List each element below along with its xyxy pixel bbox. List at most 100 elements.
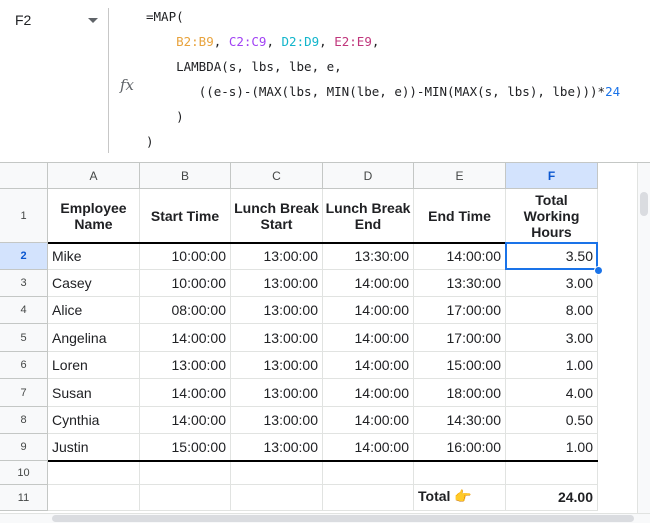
cell-d4[interactable]: 14:00:00 — [323, 297, 414, 324]
formula-line-4: ((e-s)-(MAX(lbs, MIN(lbe, e))-MIN(MAX(s,… — [198, 84, 606, 99]
header-cell-d[interactable]: Lunch Break End — [323, 189, 414, 243]
cell-c3[interactable]: 13:00:00 — [231, 270, 323, 297]
column-header-b[interactable]: B — [140, 163, 231, 189]
cell-a9[interactable]: Justin — [48, 434, 140, 461]
cell-b7[interactable]: 14:00:00 — [140, 379, 231, 407]
cell-a5[interactable]: Angelina — [48, 324, 140, 352]
cell-b5[interactable]: 14:00:00 — [140, 324, 231, 352]
cell-c2[interactable]: 13:00:00 — [231, 243, 323, 270]
cell-c11[interactable] — [231, 485, 323, 511]
cell-b4[interactable]: 08:00:00 — [140, 297, 231, 324]
cell-f2[interactable]: 3.50 — [506, 243, 598, 270]
cell-c4[interactable]: 13:00:00 — [231, 297, 323, 324]
horizontal-scroll-thumb[interactable] — [52, 515, 634, 522]
column-header-a[interactable]: A — [48, 163, 140, 189]
header-bottom-border — [48, 242, 598, 244]
cell-f4[interactable]: 8.00 — [506, 297, 598, 324]
cell-a3[interactable]: Casey — [48, 270, 140, 297]
row-header-9[interactable]: 9 — [0, 434, 48, 461]
cell-a4[interactable]: Alice — [48, 297, 140, 324]
total-value[interactable]: 24.00 — [506, 485, 598, 511]
cell-d2[interactable]: 13:30:00 — [323, 243, 414, 270]
cell-d11[interactable] — [323, 485, 414, 511]
row-header-1[interactable]: 1 — [0, 189, 48, 243]
cell-a11[interactable] — [48, 485, 140, 511]
select-all-corner[interactable] — [0, 163, 48, 189]
table-bottom-border — [48, 460, 598, 462]
cell-c9[interactable]: 13:00:00 — [231, 434, 323, 461]
cell-a2[interactable]: Mike — [48, 243, 140, 270]
cell-b6[interactable]: 13:00:00 — [140, 352, 231, 379]
cell-a8[interactable]: Cynthia — [48, 407, 140, 434]
row-header-5[interactable]: 5 — [0, 324, 48, 352]
cell-d6[interactable]: 14:00:00 — [323, 352, 414, 379]
formula-sep: , — [371, 34, 387, 49]
cell-f3[interactable]: 3.00 — [506, 270, 598, 297]
formula-input[interactable]: =MAP( B2:B9, C2:C9, D2:D9, E2:E9, LAMBDA… — [146, 4, 620, 154]
vertical-scroll-thumb[interactable] — [640, 192, 648, 216]
cell-e6[interactable]: 15:00:00 — [414, 352, 506, 379]
row-header-2[interactable]: 2 — [0, 243, 48, 270]
formula-sep: , — [213, 34, 229, 49]
row-header-8[interactable]: 8 — [0, 407, 48, 434]
cell-f10[interactable] — [506, 461, 598, 485]
cell-b8[interactable]: 14:00:00 — [140, 407, 231, 434]
cell-c10[interactable] — [231, 461, 323, 485]
cell-e7[interactable]: 18:00:00 — [414, 379, 506, 407]
header-cell-c[interactable]: Lunch Break Start — [231, 189, 323, 243]
cell-a6[interactable]: Loren — [48, 352, 140, 379]
cell-d10[interactable] — [323, 461, 414, 485]
cell-d7[interactable]: 14:00:00 — [323, 379, 414, 407]
name-box[interactable]: F2 — [0, 0, 108, 40]
formula-range-c: C2:C9 — [228, 34, 267, 49]
cell-b10[interactable] — [140, 461, 231, 485]
cell-a10[interactable] — [48, 461, 140, 485]
cell-d5[interactable]: 14:00:00 — [323, 324, 414, 352]
cell-f5[interactable]: 3.00 — [506, 324, 598, 352]
cell-c8[interactable]: 13:00:00 — [231, 407, 323, 434]
cell-e8[interactable]: 14:30:00 — [414, 407, 506, 434]
column-header-e[interactable]: E — [414, 163, 506, 189]
cell-e2[interactable]: 14:00:00 — [414, 243, 506, 270]
row-header-10[interactable]: 10 — [0, 461, 48, 485]
header-cell-e[interactable]: End Time — [414, 189, 506, 243]
cell-e3[interactable]: 13:30:00 — [414, 270, 506, 297]
cell-b3[interactable]: 10:00:00 — [140, 270, 231, 297]
cell-f6[interactable]: 1.00 — [506, 352, 598, 379]
cell-f7[interactable]: 4.00 — [506, 379, 598, 407]
cell-c5[interactable]: 13:00:00 — [231, 324, 323, 352]
row-header-6[interactable]: 6 — [0, 352, 48, 379]
total-label[interactable]: Total 👉 — [414, 485, 506, 511]
formula-line-1: =MAP( — [146, 9, 184, 24]
cell-e4[interactable]: 17:00:00 — [414, 297, 506, 324]
cell-a7[interactable]: Susan — [48, 379, 140, 407]
chevron-down-icon[interactable] — [88, 18, 98, 23]
column-header-c[interactable]: C — [231, 163, 323, 189]
cell-e9[interactable]: 16:00:00 — [414, 434, 506, 461]
cell-e10[interactable] — [414, 461, 506, 485]
cell-d3[interactable]: 14:00:00 — [323, 270, 414, 297]
row-header-11[interactable]: 11 — [0, 485, 48, 511]
cell-d8[interactable]: 14:00:00 — [323, 407, 414, 434]
cell-c6[interactable]: 13:00:00 — [231, 352, 323, 379]
row-header-4[interactable]: 4 — [0, 297, 48, 324]
cell-e5[interactable]: 17:00:00 — [414, 324, 506, 352]
fill-handle[interactable] — [594, 266, 603, 275]
cell-f9[interactable]: 1.00 — [506, 434, 598, 461]
row-header-3[interactable]: 3 — [0, 270, 48, 297]
cell-b2[interactable]: 10:00:00 — [140, 243, 231, 270]
column-header-f[interactable]: F — [506, 163, 598, 189]
cell-f8[interactable]: 0.50 — [506, 407, 598, 434]
formula-number: 24 — [605, 84, 621, 99]
header-cell-f[interactable]: Total Working Hours — [506, 189, 598, 243]
header-cell-a[interactable]: Employee Name — [48, 189, 140, 243]
formula-sep: , — [319, 34, 335, 49]
formula-range-e: E2:E9 — [334, 34, 372, 49]
row-header-7[interactable]: 7 — [0, 379, 48, 407]
column-header-d[interactable]: D — [323, 163, 414, 189]
cell-b9[interactable]: 15:00:00 — [140, 434, 231, 461]
header-cell-b[interactable]: Start Time — [140, 189, 231, 243]
cell-c7[interactable]: 13:00:00 — [231, 379, 323, 407]
cell-b11[interactable] — [140, 485, 231, 511]
cell-d9[interactable]: 14:00:00 — [323, 434, 414, 461]
